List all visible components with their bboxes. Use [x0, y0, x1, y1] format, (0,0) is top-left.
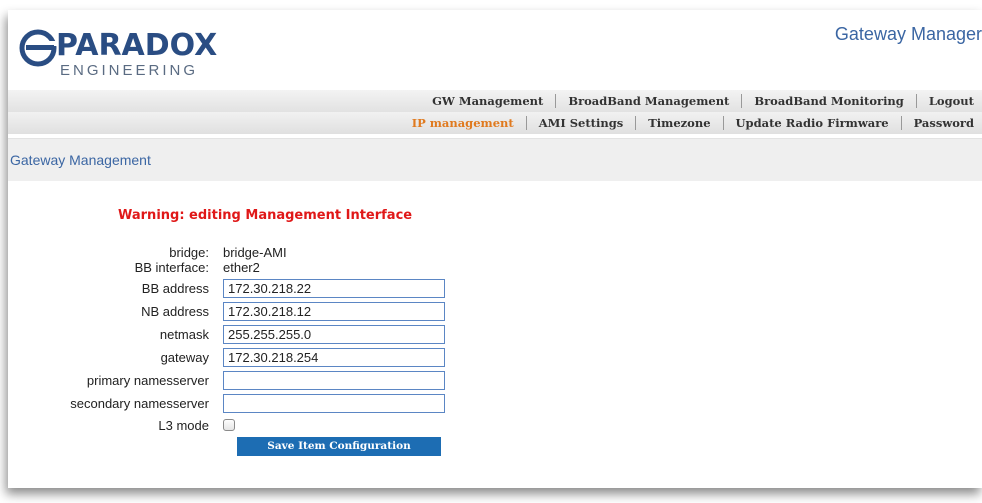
netmask-label: netmask — [159, 326, 209, 342]
bb-interface-value: ether2 — [223, 259, 260, 275]
page-title-bar: Gateway Management — [8, 138, 982, 181]
secondary-nav-bar: IP management AMI Settings Timezone Upda… — [8, 112, 982, 134]
nb-address-row: NB address — [8, 301, 445, 321]
netmask-input[interactable] — [223, 324, 445, 344]
l3-mode-label: L3 mode — [158, 417, 209, 433]
bb-address-label: BB address — [141, 280, 209, 296]
nb-address-label: NB address — [141, 303, 209, 319]
netmask-row: netmask — [8, 324, 445, 344]
gateway-input[interactable] — [223, 347, 445, 367]
subnav-timezone[interactable]: Timezone — [636, 116, 722, 130]
nav-logout[interactable]: Logout — [917, 94, 974, 108]
nav-broadband-monitoring[interactable]: BroadBand Monitoring — [742, 94, 915, 108]
l3-mode-row: L3 mode — [8, 415, 235, 435]
nb-address-input[interactable] — [223, 301, 445, 321]
nav-broadband-management[interactable]: BroadBand Management — [556, 94, 741, 108]
save-item-configuration-button[interactable]: Save Item Configuration — [237, 437, 441, 456]
secondary-nameserver-input[interactable] — [223, 393, 445, 413]
secondary-nameserver-row: secondary namesserver — [8, 393, 445, 413]
bb-interface-label: BB interface: — [134, 259, 209, 275]
paradox-logo: PARADOX ENGINEERING — [18, 22, 218, 79]
l3-mode-checkbox[interactable] — [223, 419, 235, 431]
primary-nameserver-row: primary namesserver — [8, 370, 445, 390]
logo-subtitle: ENGINEERING — [60, 62, 199, 79]
primary-nameserver-input[interactable] — [223, 370, 445, 390]
primary-nameserver-label: primary namesserver — [86, 372, 209, 388]
warning-message: Warning: editing Management Interface — [118, 208, 413, 223]
app-window: PARADOX ENGINEERING Gateway Manager GW M… — [8, 10, 982, 488]
secondary-nameserver-label: secondary namesserver — [70, 395, 209, 411]
primary-nav-bar: GW Management BroadBand Management Broad… — [8, 90, 982, 112]
page-title: Gateway Management — [10, 152, 151, 168]
nav-gw-management[interactable]: GW Management — [420, 94, 555, 108]
bb-address-input[interactable] — [223, 278, 445, 298]
bb-interface-row: BB interface: ether2 — [8, 257, 260, 277]
subnav-update-radio-firmware[interactable]: Update Radio Firmware — [724, 116, 901, 130]
subnav-password[interactable]: Password — [902, 116, 974, 130]
logo-wordmark: PARADOX — [56, 28, 218, 63]
bb-address-row: BB address — [8, 278, 445, 298]
subnav-ip-management[interactable]: IP management — [400, 116, 526, 130]
paradox-logo-mark-icon — [19, 29, 58, 67]
gateway-row: gateway — [8, 347, 445, 367]
subnav-ami-settings[interactable]: AMI Settings — [527, 116, 636, 130]
app-title: Gateway Manager — [834, 24, 982, 44]
gateway-label: gateway — [160, 349, 209, 365]
